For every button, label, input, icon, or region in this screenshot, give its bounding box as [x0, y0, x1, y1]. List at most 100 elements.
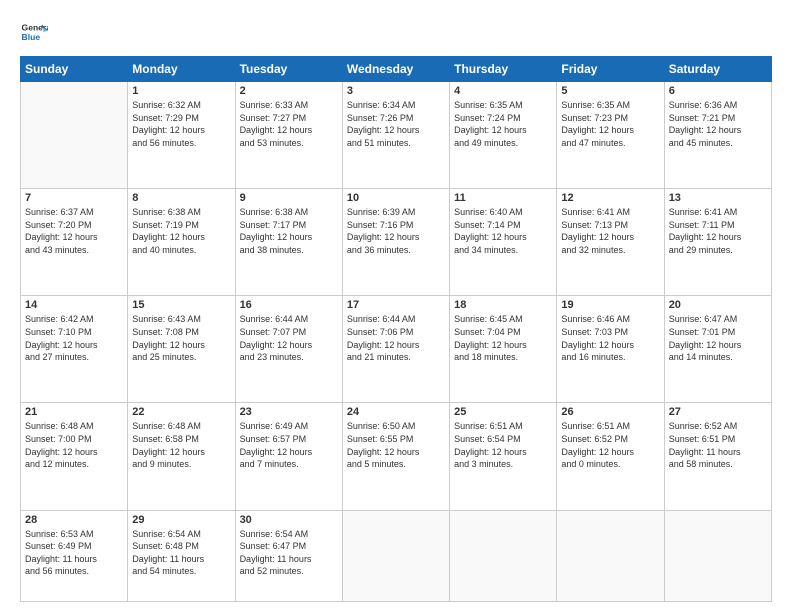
day-number: 5: [561, 85, 659, 97]
calendar-cell: 25 Sunrise: 6:51 AM Sunset: 6:54 PM Dayli…: [450, 403, 557, 510]
cell-info: Sunrise: 6:48 AM Sunset: 7:00 PM Dayligh…: [25, 420, 123, 470]
calendar-cell: 22 Sunrise: 6:48 AM Sunset: 6:58 PM Dayli…: [128, 403, 235, 510]
day-number: 21: [25, 406, 123, 418]
logo-icon: General Blue: [20, 18, 48, 46]
cell-info: Sunrise: 6:32 AM Sunset: 7:29 PM Dayligh…: [132, 99, 230, 149]
cell-info: Sunrise: 6:34 AM Sunset: 7:26 PM Dayligh…: [347, 99, 445, 149]
calendar-cell: 7Sunrise: 6:37 AM Sunset: 7:20 PM Daylig…: [21, 189, 128, 296]
day-number: 3: [347, 85, 445, 97]
day-number: 18: [454, 299, 552, 311]
col-header-friday: Friday: [557, 57, 664, 82]
cell-info: Sunrise: 6:39 AM Sunset: 7:16 PM Dayligh…: [347, 206, 445, 256]
calendar-cell: 4 Sunrise: 6:35 AM Sunset: 7:24 PM Daylig…: [450, 82, 557, 189]
col-header-monday: Monday: [128, 57, 235, 82]
day-number: 23: [240, 406, 338, 418]
day-number: 26: [561, 406, 659, 418]
cell-info: Sunrise: 6:53 AM Sunset: 6:49 PM Dayligh…: [25, 528, 123, 578]
col-header-tuesday: Tuesday: [235, 57, 342, 82]
cell-info: Sunrise: 6:43 AM Sunset: 7:08 PM Dayligh…: [132, 313, 230, 363]
calendar-cell: [342, 510, 449, 601]
calendar-cell: 9 Sunrise: 6:38 AM Sunset: 7:17 PM Daylig…: [235, 189, 342, 296]
calendar-cell: [21, 82, 128, 189]
calendar-table: SundayMondayTuesdayWednesdayThursdayFrid…: [20, 56, 772, 602]
day-number: 19: [561, 299, 659, 311]
calendar-cell: 15 Sunrise: 6:43 AM Sunset: 7:08 PM Dayli…: [128, 296, 235, 403]
calendar-cell: 29 Sunrise: 6:54 AM Sunset: 6:48 PM Dayli…: [128, 510, 235, 601]
cell-info: Sunrise: 6:54 AM Sunset: 6:48 PM Dayligh…: [132, 528, 230, 578]
cell-info: Sunrise: 6:48 AM Sunset: 6:58 PM Dayligh…: [132, 420, 230, 470]
calendar-cell: 27 Sunrise: 6:52 AM Sunset: 6:51 PM Dayli…: [664, 403, 771, 510]
cell-info: Sunrise: 6:41 AM Sunset: 7:13 PM Dayligh…: [561, 206, 659, 256]
day-number: 1: [132, 85, 230, 97]
calendar-cell: [450, 510, 557, 601]
calendar-cell: 11 Sunrise: 6:40 AM Sunset: 7:14 PM Dayli…: [450, 189, 557, 296]
calendar-cell: 1 Sunrise: 6:32 AM Sunset: 7:29 PM Daylig…: [128, 82, 235, 189]
col-header-saturday: Saturday: [664, 57, 771, 82]
cell-info: Sunrise: 6:40 AM Sunset: 7:14 PM Dayligh…: [454, 206, 552, 256]
cell-info: Sunrise: 6:50 AM Sunset: 6:55 PM Dayligh…: [347, 420, 445, 470]
calendar-cell: 30 Sunrise: 6:54 AM Sunset: 6:47 PM Dayli…: [235, 510, 342, 601]
day-number: 13: [669, 192, 767, 204]
calendar-cell: 20 Sunrise: 6:47 AM Sunset: 7:01 PM Dayli…: [664, 296, 771, 403]
cell-info: Sunrise: 6:49 AM Sunset: 6:57 PM Dayligh…: [240, 420, 338, 470]
cell-info: Sunrise: 6:38 AM Sunset: 7:17 PM Dayligh…: [240, 206, 338, 256]
day-number: 22: [132, 406, 230, 418]
cell-info: Sunrise: 6:51 AM Sunset: 6:54 PM Dayligh…: [454, 420, 552, 470]
calendar-cell: [664, 510, 771, 601]
calendar-cell: 14Sunrise: 6:42 AM Sunset: 7:10 PM Dayli…: [21, 296, 128, 403]
calendar-cell: 6 Sunrise: 6:36 AM Sunset: 7:21 PM Daylig…: [664, 82, 771, 189]
day-number: 4: [454, 85, 552, 97]
cell-info: Sunrise: 6:38 AM Sunset: 7:19 PM Dayligh…: [132, 206, 230, 256]
day-number: 15: [132, 299, 230, 311]
cell-info: Sunrise: 6:35 AM Sunset: 7:24 PM Dayligh…: [454, 99, 552, 149]
calendar-cell: 28 Sunrise: 6:53 AM Sunset: 6:49 PM Dayli…: [21, 510, 128, 601]
calendar-cell: 2Sunrise: 6:33 AM Sunset: 7:27 PM Daylig…: [235, 82, 342, 189]
day-number: 16: [240, 299, 338, 311]
day-number: 25: [454, 406, 552, 418]
day-number: 27: [669, 406, 767, 418]
calendar-cell: 3 Sunrise: 6:34 AM Sunset: 7:26 PM Daylig…: [342, 82, 449, 189]
calendar-cell: 24 Sunrise: 6:50 AM Sunset: 6:55 PM Dayli…: [342, 403, 449, 510]
day-number: 6: [669, 85, 767, 97]
cell-info: Sunrise: 6:36 AM Sunset: 7:21 PM Dayligh…: [669, 99, 767, 149]
day-number: 28: [25, 514, 123, 526]
week-row-1: 1 Sunrise: 6:32 AM Sunset: 7:29 PM Daylig…: [21, 82, 772, 189]
calendar-cell: 10 Sunrise: 6:39 AM Sunset: 7:16 PM Dayli…: [342, 189, 449, 296]
svg-text:Blue: Blue: [22, 32, 41, 42]
day-number: 30: [240, 514, 338, 526]
cell-info: Sunrise: 6:44 AM Sunset: 7:07 PM Dayligh…: [240, 313, 338, 363]
calendar-cell: 19 Sunrise: 6:46 AM Sunset: 7:03 PM Dayli…: [557, 296, 664, 403]
cell-info: Sunrise: 6:52 AM Sunset: 6:51 PM Dayligh…: [669, 420, 767, 470]
calendar-cell: 17 Sunrise: 6:44 AM Sunset: 7:06 PM Dayli…: [342, 296, 449, 403]
week-row-4: 21 Sunrise: 6:48 AM Sunset: 7:00 PM Dayli…: [21, 403, 772, 510]
week-row-3: 14Sunrise: 6:42 AM Sunset: 7:10 PM Dayli…: [21, 296, 772, 403]
week-row-2: 7Sunrise: 6:37 AM Sunset: 7:20 PM Daylig…: [21, 189, 772, 296]
cell-info: Sunrise: 6:42 AM Sunset: 7:10 PM Dayligh…: [25, 313, 123, 363]
page: General Blue SundayMondayTuesdayWednesda…: [0, 0, 792, 612]
day-number: 12: [561, 192, 659, 204]
cell-info: Sunrise: 6:47 AM Sunset: 7:01 PM Dayligh…: [669, 313, 767, 363]
day-number: 29: [132, 514, 230, 526]
logo: General Blue: [20, 18, 48, 46]
cell-info: Sunrise: 6:46 AM Sunset: 7:03 PM Dayligh…: [561, 313, 659, 363]
calendar-cell: 26 Sunrise: 6:51 AM Sunset: 6:52 PM Dayli…: [557, 403, 664, 510]
day-number: 9: [240, 192, 338, 204]
day-number: 17: [347, 299, 445, 311]
calendar-cell: 5Sunrise: 6:35 AM Sunset: 7:23 PM Daylig…: [557, 82, 664, 189]
day-number: 24: [347, 406, 445, 418]
cell-info: Sunrise: 6:54 AM Sunset: 6:47 PM Dayligh…: [240, 528, 338, 578]
col-header-thursday: Thursday: [450, 57, 557, 82]
day-number: 11: [454, 192, 552, 204]
day-number: 8: [132, 192, 230, 204]
day-number: 2: [240, 85, 338, 97]
day-number: 20: [669, 299, 767, 311]
calendar-cell: 18Sunrise: 6:45 AM Sunset: 7:04 PM Dayli…: [450, 296, 557, 403]
cell-info: Sunrise: 6:41 AM Sunset: 7:11 PM Dayligh…: [669, 206, 767, 256]
calendar-cell: 12 Sunrise: 6:41 AM Sunset: 7:13 PM Dayli…: [557, 189, 664, 296]
cell-info: Sunrise: 6:51 AM Sunset: 6:52 PM Dayligh…: [561, 420, 659, 470]
cell-info: Sunrise: 6:44 AM Sunset: 7:06 PM Dayligh…: [347, 313, 445, 363]
col-header-wednesday: Wednesday: [342, 57, 449, 82]
day-number: 10: [347, 192, 445, 204]
calendar-cell: [557, 510, 664, 601]
calendar-cell: 8 Sunrise: 6:38 AM Sunset: 7:19 PM Daylig…: [128, 189, 235, 296]
